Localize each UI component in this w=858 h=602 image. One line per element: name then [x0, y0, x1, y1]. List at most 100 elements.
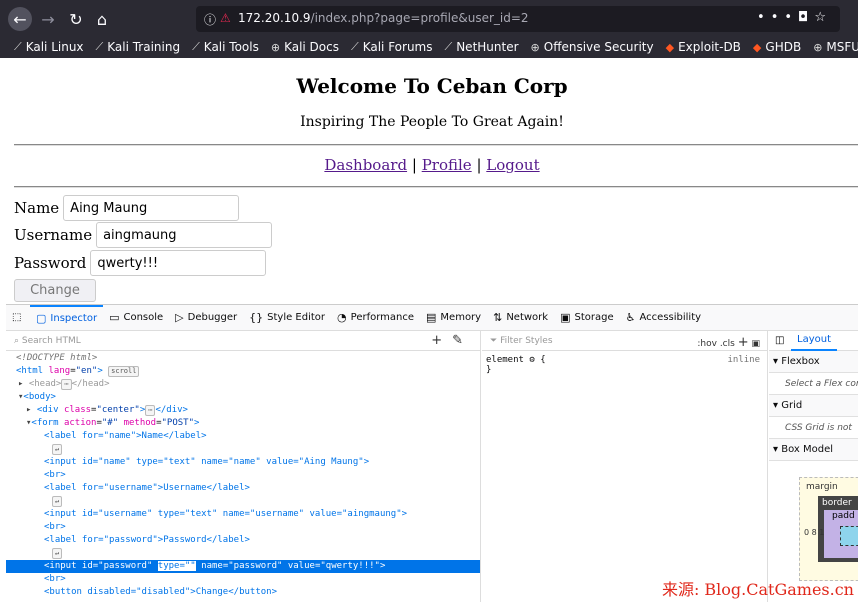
attr-value: "en" — [75, 366, 98, 376]
storage-icon: ▣ — [560, 311, 571, 324]
change-button[interactable]: Change — [14, 279, 96, 302]
section-title: Flexbox — [781, 356, 820, 367]
boxmodel-section[interactable]: ▾ Box Model — [769, 439, 858, 461]
home-button[interactable]: ⌂ — [90, 7, 114, 31]
tree-node[interactable]: <br> — [6, 573, 480, 586]
bookmark-label: MSFU — [826, 40, 858, 54]
tree-node-selected[interactable]: <input id="password" type="" name="passw… — [6, 560, 480, 573]
tag-text: </head> — [71, 379, 110, 389]
tree-node[interactable]: <!DOCTYPE html> — [6, 352, 480, 365]
attr-text: class — [63, 405, 92, 415]
browser-navbar: ← → ↻ ⌂ ⓘ ⚠ 172.20.10.9/index.php?page=p… — [0, 0, 858, 36]
gear-icon[interactable]: ⚙ — [529, 355, 534, 365]
tree-node[interactable]: <html lang="en"> scroll — [6, 365, 480, 378]
username-field[interactable] — [96, 222, 273, 248]
tab-storage[interactable]: ▣ Storage — [554, 305, 620, 331]
whitespace-badge[interactable]: ↵ — [52, 548, 63, 559]
insecure-lock-icon[interactable]: ⚠ — [220, 11, 231, 25]
tab-accessibility[interactable]: ♿ Accessibility — [620, 305, 707, 331]
tree-node[interactable]: ↵ — [6, 495, 480, 508]
bookmark-msfu[interactable]: ⊕ MSFU — [813, 40, 858, 54]
tree-node[interactable]: <input id="username" type="text" name="u… — [6, 508, 480, 521]
pocket-icon[interactable]: ◘ — [798, 10, 814, 25]
node-text: <br> — [44, 522, 66, 532]
bookmark-exploit-db[interactable]: ◆ Exploit-DB — [666, 40, 741, 54]
tab-debugger[interactable]: ▷ Debugger — [169, 305, 243, 331]
profile-link[interactable]: Profile — [422, 156, 472, 174]
more-icon[interactable]: ••• — [757, 10, 798, 25]
bookmark-ghdb[interactable]: ◆ GHDB — [753, 40, 801, 54]
attr-value: "POST" — [161, 418, 195, 428]
name-field[interactable] — [63, 195, 240, 221]
tag-text: <div — [36, 405, 59, 415]
node-text: <br> — [44, 574, 66, 584]
scroll-badge[interactable]: scroll — [108, 366, 140, 377]
tab-layout[interactable]: Layout — [791, 331, 837, 351]
search-html-input[interactable]: ⌕ Search HTML +✎ — [6, 331, 480, 351]
url-path: /index.php?page=profile&user_id=2 — [310, 11, 529, 25]
tree-node[interactable]: ▾<form action="#" method="POST"> — [6, 417, 480, 430]
bookmark-kali-docs[interactable]: ⊕ Kali Docs — [271, 40, 339, 54]
tree-node[interactable]: <label for="name">Name</label> — [6, 430, 480, 443]
bookmark-kali-training[interactable]: ⟋ Kali Training — [96, 40, 181, 54]
whitespace-badge[interactable]: ↵ — [52, 444, 63, 455]
bookmark-nethunter[interactable]: ⟋ NetHunter — [445, 40, 519, 54]
expand-toggle-icon[interactable]: ▸ — [26, 405, 31, 415]
filter-styles-input[interactable]: ⏷ Filter Styles :hov .cls + ▣ — [482, 331, 768, 351]
box-content[interactable] — [840, 526, 858, 546]
search-icon: ⌕ — [14, 336, 22, 346]
forward-button[interactable]: → — [36, 7, 60, 31]
element-picker-button[interactable]: ⬚ — [6, 305, 30, 331]
bookmark-offensive-security[interactable]: ⊕ Offensive Security — [531, 40, 654, 54]
tree-node[interactable]: <br> — [6, 521, 480, 534]
tab-style-editor[interactable]: {} Style Editor — [243, 305, 331, 331]
tree-node[interactable]: <br> — [6, 469, 480, 482]
flexbox-section[interactable]: ▾ Flexbox — [769, 351, 858, 373]
url-text[interactable]: 172.20.10.9/index.php?page=profile&user_… — [238, 11, 529, 25]
tree-node[interactable]: <label for="password">Password</label> — [6, 534, 480, 547]
devtools-panel: ⬚ ▢ Inspector ▭ Console ▷ Debugger {} Style … — [6, 304, 858, 602]
pseudo-class-toggles[interactable]: :hov .cls — [697, 339, 734, 349]
bookmark-kali-forums[interactable]: ⟋ Kali Forums — [351, 40, 433, 54]
url-bar[interactable]: ⓘ ⚠ 172.20.10.9/index.php?page=profile&u… — [196, 6, 840, 32]
editing-attr[interactable]: type="" — [157, 561, 196, 571]
username-label: Username — [14, 226, 93, 244]
expand-toggle-icon[interactable]: ▸ — [18, 379, 23, 389]
info-icon[interactable]: ⓘ — [204, 11, 216, 28]
tab-network[interactable]: ⇅ Network — [487, 305, 554, 331]
star-icon[interactable]: ☆ — [814, 10, 832, 25]
print-simulation-icon[interactable]: ▣ — [751, 339, 760, 349]
tab-console[interactable]: ▭ Console — [103, 305, 169, 331]
node-text: <label for="name">Name</label> — [44, 431, 207, 441]
logout-link[interactable]: Logout — [486, 156, 539, 174]
dashboard-link[interactable]: Dashboard — [324, 156, 407, 174]
tree-node[interactable]: <button disabled="disabled">Change</butt… — [6, 586, 480, 599]
bookmark-kali-tools[interactable]: ⟋ Kali Tools — [192, 40, 259, 54]
eyedropper-icon[interactable]: ✎ — [452, 333, 473, 348]
tree-node[interactable]: ↵ — [6, 547, 480, 560]
tree-node[interactable]: <input id="name" type="text" name="name"… — [6, 456, 480, 469]
reload-button[interactable]: ↻ — [64, 7, 88, 31]
add-node-icon[interactable]: + — [431, 333, 452, 348]
grid-section[interactable]: ▾ Grid — [769, 395, 858, 417]
add-rule-icon[interactable]: + — [738, 335, 749, 350]
tree-node[interactable]: ▾<body> — [6, 391, 480, 404]
divider — [14, 144, 858, 146]
section-title: Box Model — [781, 444, 833, 455]
nav-separator: | — [476, 156, 482, 174]
whitespace-badge[interactable]: ↵ — [52, 496, 63, 507]
collapsed-badge[interactable]: ⋯ — [145, 405, 156, 416]
tab-label: Inspector — [50, 313, 98, 324]
tree-node[interactable]: ▸ <div class="center"> ⋯ </div> — [6, 404, 480, 417]
tab-memory[interactable]: ▤ Memory — [420, 305, 487, 331]
bookmark-kali-linux[interactable]: ⟋ Kali Linux — [14, 40, 84, 54]
collapsed-badge[interactable]: ⋯ — [61, 379, 72, 390]
back-button[interactable]: ← — [8, 7, 32, 31]
tree-node[interactable]: <label for="username">Username</label> — [6, 482, 480, 495]
tab-inspector[interactable]: ▢ Inspector — [30, 304, 104, 331]
password-field[interactable] — [90, 250, 267, 276]
tree-node[interactable]: ↵ — [6, 443, 480, 456]
toggle-pane-icon[interactable]: ◫ — [775, 335, 784, 346]
tree-node[interactable]: ▸ <head> ⋯ </head> — [6, 378, 480, 391]
tab-performance[interactable]: ◔ Performance — [331, 305, 420, 331]
